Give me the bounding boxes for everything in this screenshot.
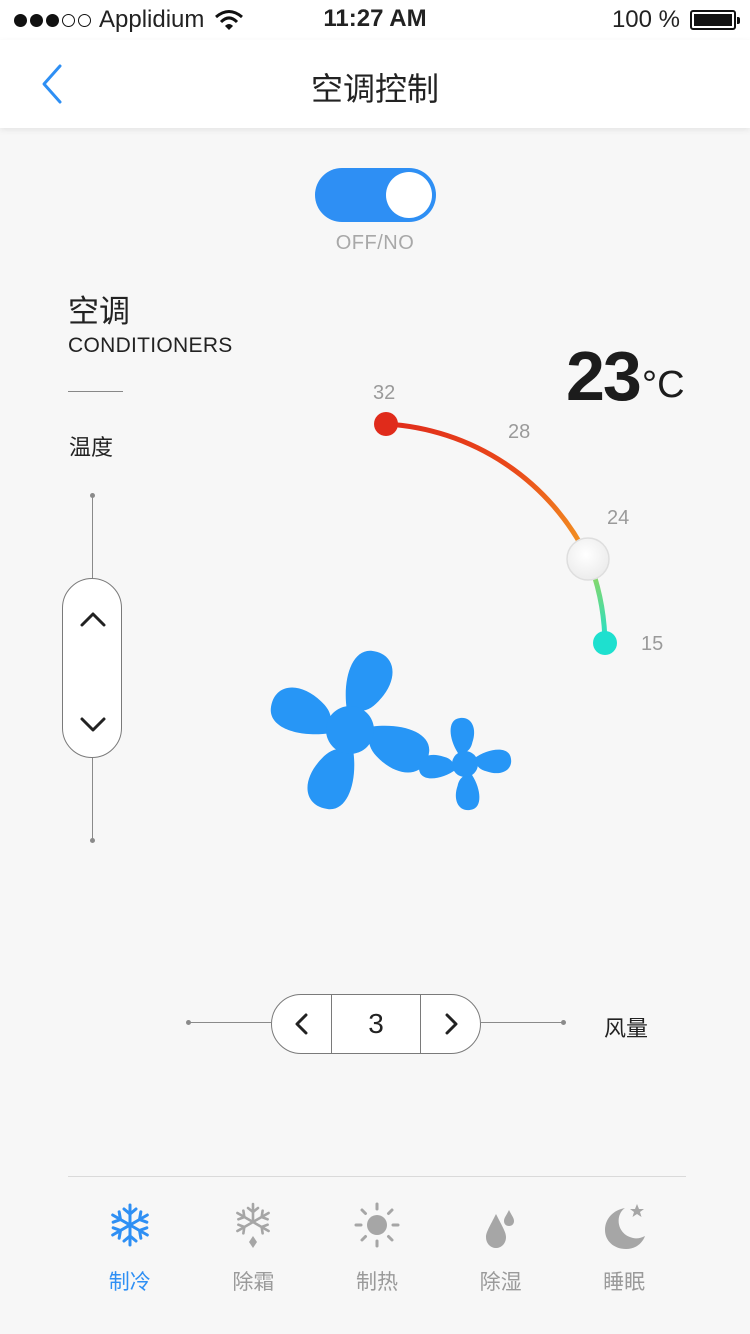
page-title: 空调控制 <box>310 71 439 107</box>
chevron-right-icon <box>445 1013 457 1035</box>
chevron-up-icon <box>80 612 106 627</box>
divider <box>68 391 123 392</box>
device-name-en: CONDITIONERS <box>68 334 233 357</box>
nav-bar: 空调控制 <box>0 40 750 128</box>
tab-sleep[interactable]: 睡眠 <box>562 1200 686 1296</box>
tab-bar-divider <box>68 1176 686 1177</box>
tab-defrost[interactable]: 除霜 <box>192 1200 316 1296</box>
sun-icon <box>354 1202 400 1248</box>
temperature-value: 23 <box>566 337 642 415</box>
dial-tick-label: 15 <box>641 633 664 655</box>
track-end-dot <box>561 1020 566 1025</box>
track-line <box>189 1022 271 1023</box>
temperature-readout: 23 °C <box>566 338 685 414</box>
dial-min-dot <box>593 631 617 655</box>
device-name: 空调 <box>68 294 130 329</box>
tab-label: 制热 <box>355 1271 398 1294</box>
dial-knob[interactable] <box>566 537 610 581</box>
fan-speed-value: 3 <box>331 995 421 1053</box>
tab-label: 除霜 <box>232 1271 275 1294</box>
fan-speed-label: 风量 <box>604 1016 649 1041</box>
temperature-up-button[interactable] <box>63 589 123 649</box>
status-bar: Applidium 11:27 AM 100 % <box>0 0 750 40</box>
temperature-label: 温度 <box>69 435 114 460</box>
dial-arc-hot <box>383 421 591 561</box>
tab-label: 睡眠 <box>603 1271 646 1294</box>
droplet-icon <box>485 1210 514 1248</box>
dial-tick-label: 24 <box>607 507 630 529</box>
battery-group: 100 % <box>611 6 740 34</box>
chevron-down-icon <box>80 717 106 732</box>
moon-star-icon <box>605 1204 646 1249</box>
temperature-down-button[interactable] <box>63 695 123 755</box>
fan-illustration <box>270 650 512 811</box>
dial-tick-label: 32 <box>373 382 396 404</box>
tab-heating[interactable]: 制热 <box>315 1200 439 1296</box>
chevron-left-icon <box>295 1013 307 1035</box>
track-line <box>481 1022 563 1023</box>
mode-tab-bar: 制冷 除霜 制热 除湿 睡眠 <box>68 1200 686 1296</box>
power-toggle[interactable] <box>315 168 436 222</box>
battery-percent: 100 % <box>611 6 680 33</box>
tab-cooling[interactable]: 制冷 <box>68 1200 192 1296</box>
toggle-knob <box>386 172 432 218</box>
defrost-icon <box>236 1202 271 1248</box>
battery-icon <box>690 10 740 30</box>
power-toggle-label: OFF/NO <box>335 232 415 254</box>
snowflake-icon <box>110 1203 149 1247</box>
dial-max-dot <box>374 412 398 436</box>
fan-speed-decrease-button[interactable] <box>272 995 331 1053</box>
dial-tick-label: 28 <box>508 421 531 443</box>
track-line <box>92 758 93 840</box>
fan-speed-stepper: 3 <box>271 994 481 1054</box>
track-end-dot <box>90 838 95 843</box>
temperature-stepper <box>62 578 122 758</box>
temperature-unit: °C <box>641 364 685 406</box>
tab-label: 除湿 <box>479 1271 522 1294</box>
fan-speed-increase-button[interactable] <box>421 995 480 1053</box>
track-line <box>92 496 93 578</box>
tab-label: 制冷 <box>108 1271 151 1294</box>
tab-dehumidify[interactable]: 除湿 <box>439 1200 563 1296</box>
